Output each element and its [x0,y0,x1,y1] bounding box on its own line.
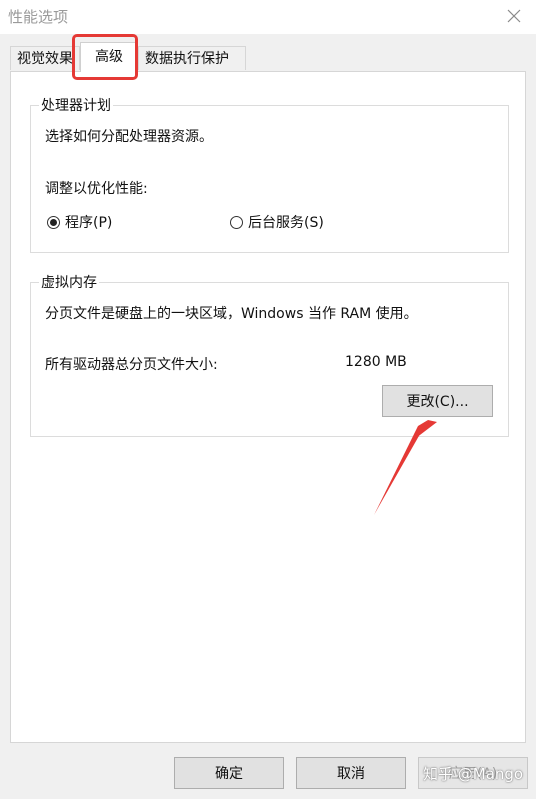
performance-options-window: 性能选项 视觉效果 高级 数据执行保护 处理器计划 选择如何分配处理器资源。 调… [0,0,536,799]
annotation-arrow [374,420,437,515]
